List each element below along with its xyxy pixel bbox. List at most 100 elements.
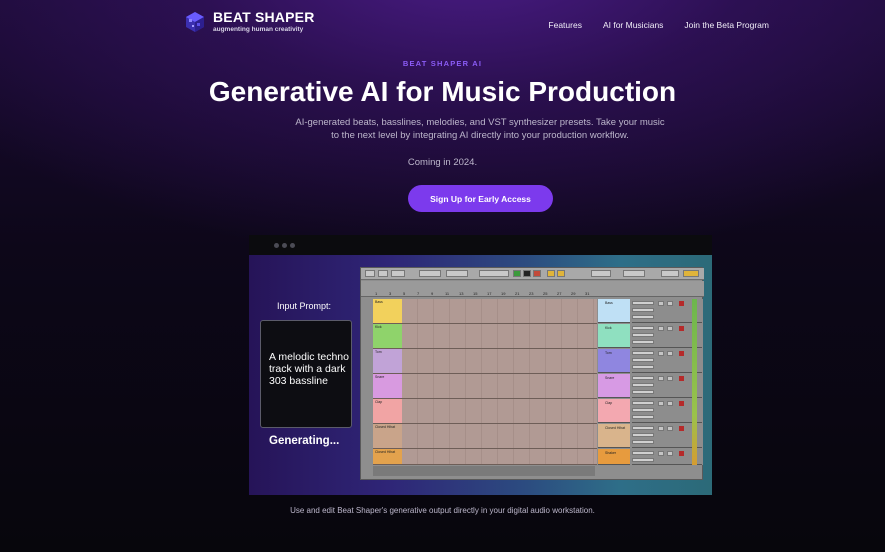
daw-clip-region [402, 449, 597, 464]
track-header: Bass [598, 299, 630, 323]
ruler-tick-label: 23 [529, 291, 534, 296]
ruler-tick-label: 3 [389, 291, 392, 296]
play-icon [513, 270, 521, 277]
input-slot [632, 376, 654, 380]
ruler-tick-label: 17 [487, 291, 492, 296]
window-dot-icon [290, 243, 295, 248]
mute-icon [658, 401, 664, 406]
daw-clip: Closed Hihat [373, 449, 402, 464]
generating-status: Generating... [269, 435, 340, 447]
mute-icon [658, 351, 664, 356]
daw-toolbar [361, 268, 704, 280]
daw-toolbar-button [557, 270, 565, 277]
window-dot-icon [282, 243, 287, 248]
ruler-tick-label: 11 [445, 291, 450, 296]
signup-early-access-button[interactable]: Sign Up for Early Access [408, 185, 553, 212]
solo-icon [667, 401, 673, 406]
daw-arranger: Bass Kick Tom Snare Clap Closed Hihat Cl… [373, 299, 597, 465]
input-slot [632, 415, 654, 419]
nav-links: Features AI for Musicians Join the Beta … [548, 20, 769, 30]
arm-icon [679, 451, 684, 456]
ruler-tick-label: 15 [473, 291, 478, 296]
input-slot [632, 340, 654, 344]
daw-clip-region [402, 374, 597, 398]
daw-lane: Bass [373, 299, 597, 324]
record-icon [533, 270, 541, 277]
daw-toolbar-button [661, 270, 679, 277]
video-stage: Input Prompt: A melodic techno track wit… [249, 255, 712, 495]
ruler-tick-label: 27 [557, 291, 562, 296]
input-slot [632, 301, 654, 305]
window-dot-icon [274, 243, 279, 248]
arm-icon [679, 426, 684, 431]
clip-label: Snare [375, 375, 385, 379]
input-slot [632, 440, 654, 444]
track-label: Clap [605, 401, 613, 405]
daw-clip: Tom [373, 349, 402, 373]
ruler-tick-label: 13 [459, 291, 464, 296]
daw-footer [373, 466, 595, 476]
daw-toolbar-button [446, 270, 468, 277]
mute-icon [658, 326, 664, 331]
daw-tick-row: 1 3 5 7 9 11 13 15 17 19 21 23 25 27 29 … [373, 291, 595, 296]
ruler-tick-label: 1 [375, 291, 378, 296]
input-slot [632, 401, 654, 405]
input-slot [632, 333, 654, 337]
clip-label: Kick [375, 325, 382, 329]
nav-link-join-beta[interactable]: Join the Beta Program [684, 20, 769, 30]
arm-icon [679, 351, 684, 356]
arm-icon [679, 401, 684, 406]
input-slot [632, 383, 654, 387]
video-window-bar [249, 235, 712, 255]
track-header: Shaker [598, 449, 630, 465]
prompt-text: A melodic techno track with a dark 303 b… [269, 351, 349, 387]
mute-icon [658, 451, 664, 456]
hero-title: Generative AI for Music Production [208, 76, 677, 107]
ruler-tick-label: 29 [571, 291, 576, 296]
demo-caption: Use and edit Beat Shaper's generative ou… [290, 506, 595, 515]
solo-icon [667, 451, 673, 456]
solo-icon [667, 351, 673, 356]
daw-toolbar-button [419, 270, 441, 277]
track-label: Closed Hihat [605, 426, 626, 430]
stop-icon [523, 270, 531, 277]
daw-toolbar-button [479, 270, 509, 277]
clip-label: Bass [375, 300, 383, 304]
coming-soon-text: Coming in 2024. [407, 157, 478, 168]
daw-toolbar-button [683, 270, 699, 277]
daw-toolbar-button [391, 270, 405, 277]
nav-link-features[interactable]: Features [548, 20, 582, 30]
daw-clip-region [402, 349, 597, 373]
nav-link-ai-for-musicians[interactable]: AI for Musicians [603, 20, 663, 30]
arm-icon [679, 301, 684, 306]
hero-eyebrow: BEAT SHAPER AI [402, 59, 483, 68]
ruler-tick-label: 19 [501, 291, 506, 296]
ruler-tick-label: 7 [417, 291, 420, 296]
clip-label: Closed Hihat [375, 425, 396, 429]
ruler-tick-label: 31 [585, 291, 590, 296]
daw-clip: Bass [373, 299, 402, 323]
ruler-tick-label: 21 [515, 291, 520, 296]
input-slot [632, 326, 654, 330]
daw-meter [692, 299, 697, 465]
track-label: Shaker [605, 451, 617, 455]
input-slot [632, 451, 654, 455]
solo-icon [667, 301, 673, 306]
ruler-tick-label: 9 [431, 291, 434, 296]
input-slot [632, 433, 654, 437]
track-header: Clap [598, 399, 630, 423]
prompt-box: A melodic techno track with a dark 303 b… [260, 320, 352, 428]
input-slot [632, 390, 654, 394]
daw-clip-region [402, 399, 597, 423]
daw-clip-region [402, 299, 597, 323]
track-label: Snare [605, 376, 615, 380]
arm-icon [679, 376, 684, 381]
track-label: Tom [605, 351, 612, 355]
input-slot [632, 358, 654, 362]
brand-logo[interactable]: BEAT SHAPER augmenting human creativity [183, 10, 315, 34]
daw-lane: Kick [373, 324, 597, 349]
input-slot [632, 365, 654, 369]
track-header: Closed Hihat [598, 424, 630, 448]
demo-video[interactable]: Input Prompt: A melodic techno track wit… [249, 235, 712, 495]
daw-lane: Clap [373, 399, 597, 424]
